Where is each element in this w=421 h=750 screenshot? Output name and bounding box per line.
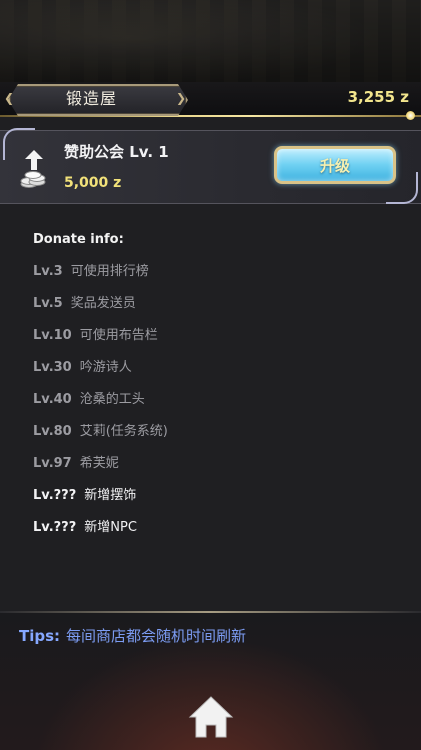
donate-row-level: Lv.30 (33, 360, 72, 375)
donate-row-level: Lv.97 (33, 456, 72, 471)
tips-text: 每间商店都会随机时间刷新 (66, 627, 247, 645)
plate-right-cap-icon: ❯ (176, 91, 187, 105)
donate-info-header: Donate info: (33, 232, 124, 247)
donate-row: Lv.??? 新增摆饰 (33, 485, 136, 507)
donate-row: Lv.5 奖品发送员 (33, 293, 136, 315)
donate-row-reward: 奖品发送员 (70, 296, 136, 311)
donate-row-reward: 艾莉(任务系统) (79, 424, 168, 439)
donate-row-level: Lv.5 (33, 296, 63, 311)
tips-label: Tips: (19, 627, 61, 645)
donate-row-reward: 新增NPC (84, 520, 137, 535)
donate-row-reward: 沧桑的工头 (79, 392, 145, 407)
donate-row-level: Lv.??? (33, 520, 77, 535)
shop-name: 锻造屋 (66, 89, 118, 108)
donate-row-level: Lv.80 (33, 424, 72, 439)
home-icon[interactable] (188, 695, 234, 739)
donate-row: Lv.10 可使用布告栏 (33, 325, 158, 347)
guild-level-title: 赞助公会 Lv. 1 (64, 143, 169, 161)
donate-row: Lv.??? 新增NPC (33, 517, 137, 539)
donate-row-reward: 可使用布告栏 (79, 328, 158, 343)
tips-line: Tips: 每间商店都会随机时间刷新 (19, 624, 246, 648)
sparkle-icon (406, 111, 415, 120)
upgrade-cost: 5,000 z (64, 175, 122, 191)
background-scene (0, 0, 421, 95)
upload-arrow-icon (25, 150, 43, 170)
upgrade-button-label: 升级 (319, 156, 350, 175)
donate-row-level: Lv.10 (33, 328, 72, 343)
donate-row: Lv.3 可使用排行榜 (33, 261, 149, 283)
donate-row: Lv.80 艾莉(任务系统) (33, 421, 168, 443)
donate-row-level: Lv.40 (33, 392, 72, 407)
plate-left-cap-icon: ❮ (4, 91, 15, 105)
donate-row-level: Lv.??? (33, 488, 77, 503)
donate-row: Lv.40 沧桑的工头 (33, 389, 145, 411)
donate-row-level: Lv.3 (33, 264, 63, 279)
donate-row-reward: 新增摆饰 (84, 488, 137, 503)
coins-icon (20, 171, 46, 188)
money-amount: 3,255 z (347, 88, 409, 106)
donate-row: Lv.97 希芙妮 (33, 453, 119, 475)
upgrade-button[interactable]: 升级 (274, 146, 396, 184)
donate-row: Lv.30 吟游诗人 (33, 357, 132, 379)
donate-row-reward: 可使用排行榜 (70, 264, 149, 279)
donate-row-reward: 希芙妮 (79, 456, 119, 471)
donate-row-reward: 吟游诗人 (79, 360, 132, 375)
